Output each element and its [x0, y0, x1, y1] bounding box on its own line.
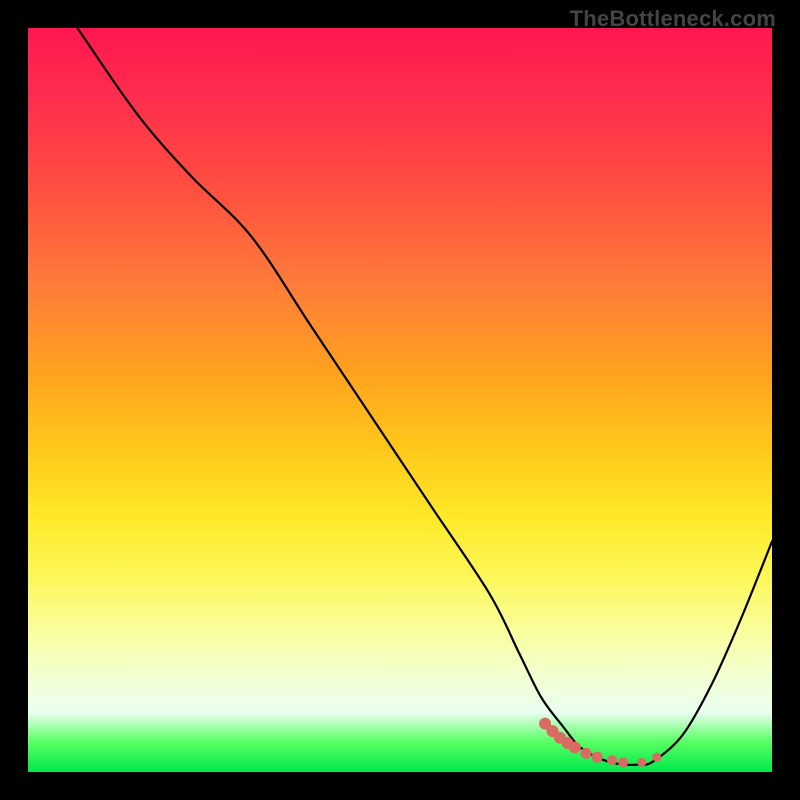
plot-area	[28, 28, 772, 772]
minimum-marker	[592, 752, 603, 763]
chart-container: TheBottleneck.com	[0, 0, 800, 800]
minimum-marker	[607, 755, 617, 765]
curve-path	[28, 28, 772, 765]
minimum-marker	[618, 757, 628, 767]
minimum-marker	[652, 753, 661, 762]
minimum-marker	[569, 741, 581, 753]
bottleneck-curve	[28, 28, 772, 772]
minimum-markers	[539, 718, 661, 768]
minimum-marker	[637, 758, 646, 767]
minimum-marker	[581, 748, 592, 759]
